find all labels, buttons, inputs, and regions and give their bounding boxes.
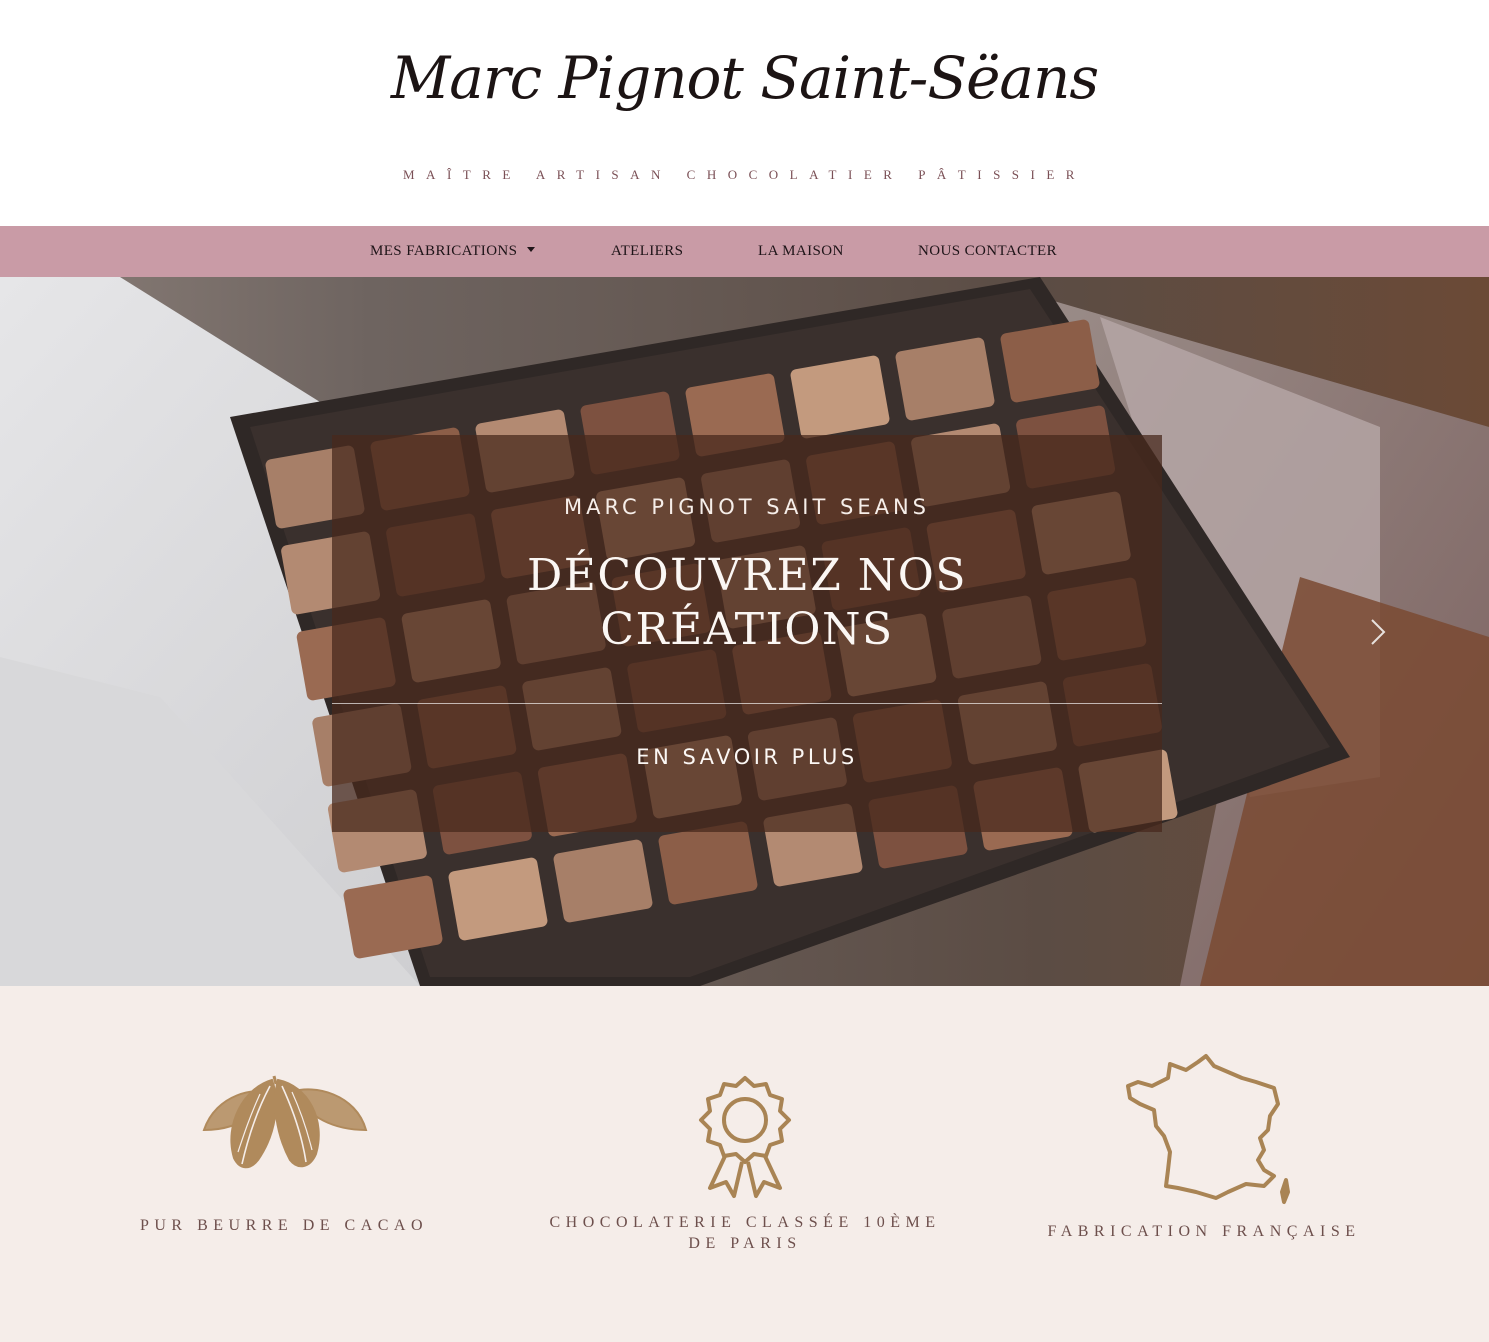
feature-label-line2: DE PARIS [688, 1235, 802, 1252]
site-tagline: MAÎTRE ARTISAN CHOCOLATIER PÂTISSIER [403, 167, 1086, 182]
nav-item-la-maison[interactable]: LA MAISON [758, 226, 844, 277]
features-section: PUR BEURRE DE CACAO CHOCOLATERIE CLASSÉE… [0, 986, 1489, 1342]
hero-title-line1: DÉCOUVREZ NOS [526, 550, 967, 601]
feature-label-fabrication: FABRICATION FRANÇAISE [1047, 1223, 1361, 1240]
hero-title: DÉCOUVREZ NOS CRÉATIONS [332, 549, 1162, 657]
main-nav: MES FABRICATIONS ATELIERS LA MAISON NOUS… [0, 226, 1489, 277]
nav-item-label: MES FABRICATIONS [370, 243, 518, 259]
nav-item-label: ATELIERS [611, 243, 684, 259]
nav-item-ateliers[interactable]: ATELIERS [611, 226, 683, 277]
nav-item-nous-contacter[interactable]: NOUS CONTACTER [918, 226, 1057, 277]
caret-down-icon [527, 247, 536, 252]
hero-caption-panel: MARC PIGNOT SAIT SEANS DÉCOUVREZ NOS CRÉ… [332, 435, 1162, 832]
cocoa-pod-icon [202, 1075, 368, 1169]
hero-title-line2: CRÉATIONS [600, 604, 894, 655]
hero-slider: MARC PIGNOT SAIT SEANS DÉCOUVREZ NOS CRÉ… [0, 277, 1489, 986]
site-logo[interactable]: Marc Pignot Saint-Sëans [0, 38, 1489, 118]
en-savoir-plus-button[interactable]: EN SAVOIR PLUS [332, 743, 1162, 771]
nav-item-mes-fabrications[interactable]: MES FABRICATIONS [370, 226, 536, 277]
feature-label-cacao: PUR BEURRE DE CACAO [139, 1217, 429, 1234]
site-header: Marc Pignot Saint-Sëans MAÎTRE ARTISAN C… [0, 0, 1489, 226]
nav-item-label: LA MAISON [758, 243, 844, 259]
award-rosette-icon [699, 1076, 791, 1198]
chevron-right-icon[interactable] [1366, 617, 1390, 647]
hero-divider [332, 703, 1162, 704]
nav-item-label: NOUS CONTACTER [918, 243, 1057, 259]
hero-eyebrow: MARC PIGNOT SAIT SEANS [563, 495, 931, 519]
france-map-icon [1126, 1054, 1290, 1204]
feature-label-line1: CHOCOLATERIE CLASSÉE 10ÈME [549, 1214, 941, 1231]
feature-label-classement: CHOCOLATERIE CLASSÉE 10ÈME DE PARIS [520, 1212, 970, 1254]
